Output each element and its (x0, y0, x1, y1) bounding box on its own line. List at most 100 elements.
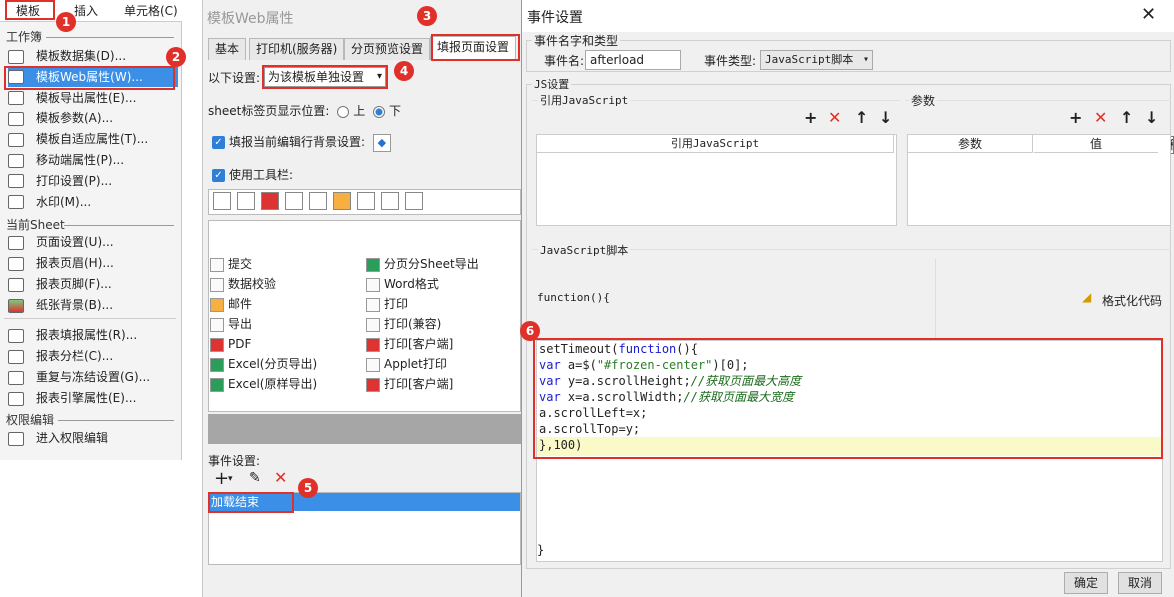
toolbar-item-export[interactable]: 导出 (210, 314, 252, 334)
chevron-down-icon[interactable]: ▾ (228, 474, 233, 484)
menu-item-header[interactable]: 报表页眉(H)... (8, 253, 178, 273)
paint-bucket-icon[interactable]: ◆ (372, 133, 391, 152)
menu-item-fill-report[interactable]: 报表填报属性(R)... (8, 325, 178, 345)
delete-icon[interactable]: ✕ (828, 108, 841, 127)
close-icon[interactable]: ✕ (1141, 4, 1156, 25)
toolbar-item-excel-original[interactable]: Excel(原样导出) (210, 374, 317, 394)
toolbar-item-applet-print[interactable]: Applet打印 (366, 354, 447, 374)
menu-tab-insert[interactable]: 插入 (74, 2, 98, 19)
radio-bottom-label: 下 (389, 104, 402, 118)
menu-item-page-setup[interactable]: 页面设置(U)... (8, 232, 178, 252)
add-icon[interactable]: + (1069, 108, 1082, 127)
menu-item-permission[interactable]: 进入权限编辑 (8, 428, 178, 448)
printer-icon (366, 317, 380, 332)
database-icon (8, 49, 24, 64)
setting-label: 以下设置: (208, 71, 261, 85)
radio-top[interactable] (337, 105, 350, 118)
annotation-badge-3: 3 (417, 6, 437, 26)
ref-js-header[interactable]: 引用JavaScript (537, 135, 894, 153)
toolbar-checkbox[interactable]: ✓ (212, 169, 225, 182)
freeze-icon (8, 370, 24, 385)
panel-title: 模板Web属性 (207, 11, 294, 27)
annotation-badge-2: 2 (166, 47, 186, 67)
menu-item-parameter[interactable]: 模板参数(A)... (8, 108, 178, 128)
toolbar-item-pdf[interactable]: PDF (210, 334, 251, 354)
export-icon (309, 192, 327, 210)
toolbar-item-print-client-2[interactable]: 打印[客户端] (366, 374, 453, 394)
param-label: 参数 (909, 92, 938, 109)
divider (46, 37, 174, 38)
pdf-icon (366, 337, 380, 352)
edit-icon[interactable]: ✎ (249, 470, 261, 486)
mail-icon (333, 192, 351, 210)
chevron-down-icon: ▾ (862, 54, 869, 65)
toolbar-drop-area (208, 414, 521, 444)
toolbar-item-word[interactable]: Word格式 (366, 274, 439, 294)
menu-item-label: 水印(M)... (36, 194, 92, 209)
word-icon (366, 277, 380, 292)
format-code-button[interactable]: 格式化代码 (1102, 292, 1162, 309)
fill-bg-checkbox[interactable]: ✓ (212, 136, 225, 149)
export-icon (210, 317, 224, 332)
printer-icon (8, 174, 24, 189)
arrow-up-icon[interactable]: ↑ (855, 108, 868, 127)
tab-basic[interactable]: 基本 (208, 38, 247, 60)
menu-item-footer[interactable]: 报表页脚(F)... (8, 274, 178, 294)
toolbar-item-mail[interactable]: 邮件 (210, 294, 252, 314)
toolbar-item-submit[interactable]: 提交 (210, 254, 252, 274)
menu-item-printer[interactable]: 打印设置(P)... (8, 171, 178, 191)
param-header[interactable]: 参数 (908, 135, 1033, 153)
arrow-down-icon[interactable]: ↓ (1145, 108, 1158, 127)
annotation-badge-4: 4 (394, 61, 414, 81)
menu-item-watermark[interactable]: 水印(M)... (8, 192, 178, 212)
menu-item-columns[interactable]: 报表分栏(C)... (8, 346, 178, 366)
radio-top-label: 上 (353, 104, 366, 118)
toolbar-item-print-client[interactable]: 打印[客户端] (366, 334, 453, 354)
toolbar-item-excel-page[interactable]: Excel(分页导出) (210, 354, 317, 374)
menu-item-engine[interactable]: 报表引擎属性(E)... (8, 388, 178, 408)
radio-bottom[interactable] (373, 105, 386, 118)
footer-icon (8, 277, 24, 292)
divider (4, 318, 176, 319)
printer-icon (285, 192, 303, 210)
sheet-position-label: sheet标签页显示位置: (208, 104, 330, 118)
menu-item-label: 移动端属性(P)... (36, 153, 125, 167)
toolbar-item-sheet-export[interactable]: 分页分Sheet导出 (366, 254, 479, 274)
add-icon[interactable]: + (804, 108, 817, 127)
arrow-down-icon[interactable]: ↓ (879, 108, 892, 127)
arrow-up-icon[interactable]: ↑ (1120, 108, 1133, 127)
excel-icon (210, 357, 224, 372)
menu-item-freeze[interactable]: 重复与冻结设置(G)... (8, 367, 178, 387)
toolbar-item-verify[interactable]: 数据校验 (210, 274, 276, 294)
menu-item-database[interactable]: 模板数据集(D)... (8, 46, 178, 66)
annotation-badge-1: 1 (56, 12, 76, 32)
menu-item-export[interactable]: 模板导出属性(E)... (8, 88, 178, 108)
add-event-icon[interactable]: + (214, 468, 229, 489)
script-label: JavaScript脚本 (538, 242, 631, 258)
delete-icon[interactable]: ✕ (274, 468, 287, 487)
delete-icon[interactable]: ✕ (1094, 108, 1107, 127)
pdf-icon (261, 192, 279, 210)
menu-item-mobile[interactable]: 移动端属性(P)... (8, 150, 178, 170)
menu-tab-cell[interactable]: 单元格(C) (124, 2, 178, 19)
value-header[interactable]: 值 (1034, 135, 1158, 153)
name-type-group-label: 事件名字和类型 (532, 32, 621, 49)
event-type-select[interactable]: JavaScript脚本 ▾ (760, 50, 873, 70)
menu-item-adaptive[interactable]: 模板自适应属性(T)... (8, 129, 178, 149)
cancel-button[interactable]: 取消 (1118, 572, 1162, 594)
function-close: } (537, 543, 545, 557)
annotation-box-5 (208, 492, 294, 513)
tab-printer-server[interactable]: 打印机(服务器) (249, 38, 345, 60)
toolbar-item-print-compat[interactable]: 打印(兼容) (366, 314, 441, 334)
brush-icon[interactable]: ◢ (1082, 290, 1091, 304)
mail-icon (210, 297, 224, 312)
menu-item-background[interactable]: 纸张背景(B)... (8, 295, 178, 315)
fill-report-icon (8, 328, 24, 343)
mobile-icon (8, 153, 24, 168)
toolbar-row: ✓ 使用工具栏: (212, 166, 293, 183)
toolbar-item-print[interactable]: 打印 (366, 294, 408, 314)
event-name-field[interactable]: afterload (585, 50, 681, 70)
ok-button[interactable]: 确定 (1064, 572, 1108, 594)
tab-page-preview[interactable]: 分页预览设置 (344, 38, 431, 60)
annotation-box-2 (4, 66, 175, 90)
